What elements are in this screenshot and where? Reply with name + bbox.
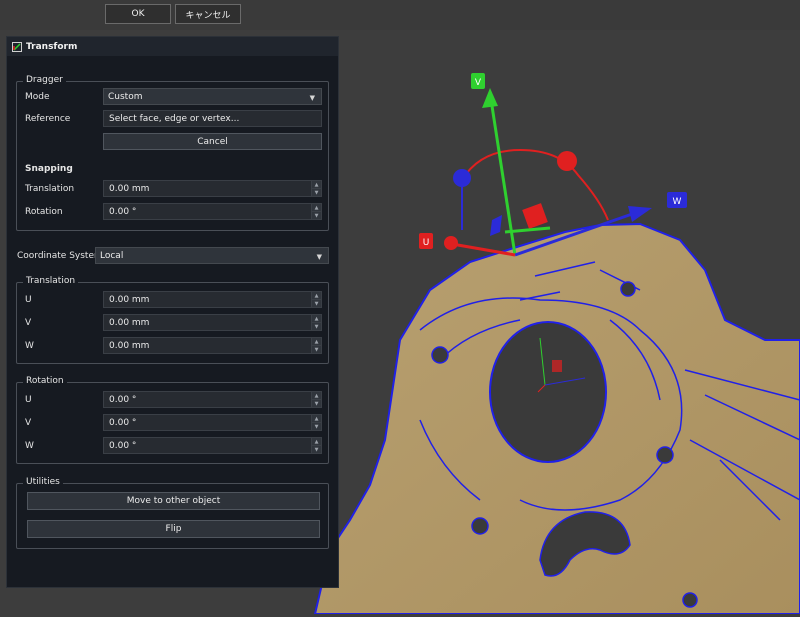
- spin-up-icon[interactable]: ▲: [312, 392, 321, 399]
- dragger-cancel-button[interactable]: Cancel: [103, 133, 322, 150]
- spin-up-icon[interactable]: ▲: [312, 292, 321, 299]
- translation-w-value: 0.00 mm: [109, 340, 150, 351]
- mode-select[interactable]: Custom ▼: [103, 88, 322, 105]
- ok-button[interactable]: OK: [105, 4, 171, 24]
- w-axis-label: W: [673, 197, 682, 207]
- translation-u-spinner[interactable]: ▲ ▼: [311, 292, 321, 307]
- snap-translation-value: 0.00 mm: [109, 183, 150, 194]
- dragger-group: Dragger Mode Custom ▼ Reference Select f…: [16, 75, 329, 231]
- spin-up-icon[interactable]: ▲: [312, 415, 321, 422]
- spin-up-icon[interactable]: ▲: [312, 438, 321, 445]
- u-axis-label: U: [423, 238, 430, 248]
- reference-value: Select face, edge or vertex...: [109, 113, 240, 124]
- spin-down-icon[interactable]: ▼: [312, 188, 321, 196]
- rotation-v-spinner[interactable]: ▲ ▼: [311, 415, 321, 430]
- snap-rotation-label: Rotation: [25, 207, 63, 217]
- v-axis-label: V: [475, 78, 482, 88]
- rotation-w-label: W: [25, 441, 34, 451]
- chevron-down-icon: ▼: [316, 253, 322, 261]
- spin-up-icon[interactable]: ▲: [312, 204, 321, 211]
- snap-rotation-input[interactable]: 0.00 ° ▲ ▼: [103, 203, 322, 220]
- utilities-legend: Utilities: [23, 477, 63, 487]
- rotation-handle[interactable]: [557, 151, 577, 171]
- translation-v-value: 0.00 mm: [109, 317, 150, 328]
- snap-rotation-spinner[interactable]: ▲ ▼: [311, 204, 321, 219]
- rotation-v-input[interactable]: 0.00 ° ▲ ▼: [103, 414, 322, 431]
- coordinate-system-label: Coordinate System: [17, 251, 103, 261]
- translation-u-input[interactable]: 0.00 mm ▲ ▼: [103, 291, 322, 308]
- rotation-legend: Rotation: [23, 376, 67, 386]
- utilities-group: Utilities Move to other object Flip: [16, 477, 329, 549]
- translation-v-label: V: [25, 318, 32, 328]
- rotation-handle[interactable]: [453, 169, 471, 187]
- translation-w-spinner[interactable]: ▲ ▼: [311, 338, 321, 353]
- center-hole: [489, 321, 607, 463]
- transform-panel: Transform Dragger Mode Custom ▼ Referenc…: [6, 36, 339, 588]
- bolt-hole: [471, 517, 489, 535]
- rotation-v-value: 0.00 °: [109, 417, 137, 428]
- translation-u-label: U: [25, 295, 32, 305]
- snap-translation-spinner[interactable]: ▲ ▼: [311, 181, 321, 196]
- bolt-hole: [656, 446, 674, 464]
- coordinate-system-value: Local: [100, 250, 124, 261]
- rotation-u-label: U: [25, 395, 32, 405]
- bolt-hole: [431, 346, 449, 364]
- reference-label: Reference: [25, 114, 71, 124]
- transform-icon: [12, 41, 22, 52]
- panel-title: Transform: [26, 41, 78, 52]
- translation-group: Translation U 0.00 mm ▲ ▼ V 0.00 mm ▲ ▼ W …: [16, 276, 329, 364]
- move-to-other-object-button[interactable]: Move to other object: [27, 492, 320, 510]
- chevron-down-icon: ▼: [309, 94, 315, 102]
- spin-up-icon[interactable]: ▲: [312, 181, 321, 188]
- translation-u-value: 0.00 mm: [109, 294, 150, 305]
- mode-value: Custom: [108, 91, 143, 102]
- spin-down-icon[interactable]: ▼: [312, 299, 321, 307]
- snap-translation-input[interactable]: 0.00 mm ▲ ▼: [103, 180, 322, 197]
- rotation-u-input[interactable]: 0.00 ° ▲ ▼: [103, 391, 322, 408]
- u-axis-arrow[interactable]: [451, 242, 516, 257]
- rotation-v-label: V: [25, 418, 32, 428]
- rotation-u-value: 0.00 °: [109, 394, 137, 405]
- coordinate-system-select[interactable]: Local ▼: [95, 247, 329, 264]
- rotation-u-spinner[interactable]: ▲ ▼: [311, 392, 321, 407]
- bolt-hole: [682, 592, 698, 608]
- mode-label: Mode: [25, 92, 50, 102]
- snapping-label: Snapping: [25, 164, 73, 174]
- snap-rotation-value: 0.00 °: [109, 206, 137, 217]
- rotation-w-input[interactable]: 0.00 ° ▲ ▼: [103, 437, 322, 454]
- spin-down-icon[interactable]: ▼: [312, 322, 321, 330]
- snap-translation-label: Translation: [25, 184, 75, 194]
- spin-down-icon[interactable]: ▼: [312, 345, 321, 353]
- plane-handle[interactable]: [522, 203, 548, 229]
- spin-down-icon[interactable]: ▼: [312, 445, 321, 453]
- rotation-w-value: 0.00 °: [109, 440, 137, 451]
- rotation-group: Rotation U 0.00 ° ▲ ▼ V 0.00 ° ▲ ▼ W 0.00 …: [16, 376, 329, 464]
- spin-down-icon[interactable]: ▼: [312, 422, 321, 430]
- translation-w-input[interactable]: 0.00 mm ▲ ▼: [103, 337, 322, 354]
- bolt-hole: [620, 281, 636, 297]
- spin-down-icon[interactable]: ▼: [312, 211, 321, 219]
- spin-up-icon[interactable]: ▲: [312, 315, 321, 322]
- spin-down-icon[interactable]: ▼: [312, 399, 321, 407]
- panel-header: Transform: [7, 37, 338, 56]
- dragger-legend: Dragger: [23, 75, 66, 85]
- translation-v-spinner[interactable]: ▲ ▼: [311, 315, 321, 330]
- translation-v-input[interactable]: 0.00 mm ▲ ▼: [103, 314, 322, 331]
- spin-up-icon[interactable]: ▲: [312, 338, 321, 345]
- reference-field[interactable]: Select face, edge or vertex...: [103, 110, 322, 127]
- cancel-dialog-button[interactable]: キャンセル: [175, 4, 241, 24]
- translation-legend: Translation: [23, 276, 79, 286]
- rotation-w-spinner[interactable]: ▲ ▼: [311, 438, 321, 453]
- flip-button[interactable]: Flip: [27, 520, 320, 538]
- translation-w-label: W: [25, 341, 34, 351]
